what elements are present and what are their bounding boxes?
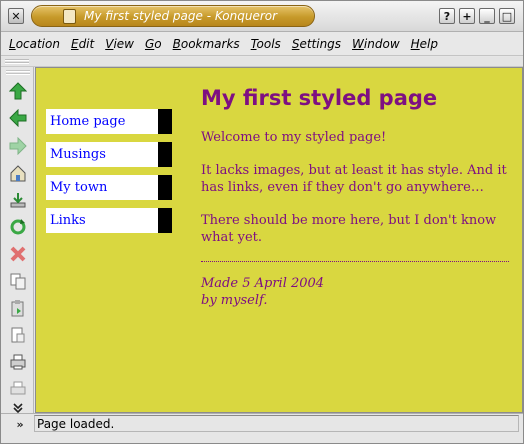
- menu-settings[interactable]: Settings: [292, 37, 341, 51]
- status-bar: » Page loaded.: [1, 413, 523, 433]
- stop-icon[interactable]: [8, 244, 28, 264]
- intro-paragraph: Welcome to my styled page!: [201, 130, 387, 145]
- copy-icon[interactable]: [8, 271, 28, 291]
- dotted-divider: [201, 261, 509, 262]
- toolbar-grip[interactable]: [6, 70, 30, 72]
- minimize-button[interactable]: _: [479, 8, 495, 24]
- style-paragraph: It lacks images, but at least it has sty…: [201, 163, 507, 195]
- window-caption[interactable]: My first styled page - Konqueror: [31, 5, 315, 27]
- window-title: My first styled page - Konqueror: [84, 9, 278, 23]
- footer-author: by myself.: [201, 293, 268, 308]
- printer-alt-icon[interactable]: [8, 379, 28, 399]
- nav-link-musings[interactable]: Musings: [46, 142, 172, 167]
- status-text: Page loaded.: [37, 417, 115, 431]
- download-icon[interactable]: [8, 190, 28, 210]
- title-bar[interactable]: ✕ My first styled page - Konqueror ? + _…: [1, 1, 523, 32]
- menu-view[interactable]: View: [105, 37, 134, 51]
- page-viewport[interactable]: Home page Musings My town Links My first…: [35, 67, 523, 413]
- footer-date: Made 5 April 2004: [201, 276, 325, 291]
- toolbar-handle-strip[interactable]: [1, 57, 523, 67]
- close-window-button[interactable]: ✕: [8, 8, 24, 24]
- sticky-button[interactable]: +: [459, 8, 475, 24]
- maximize-button[interactable]: □: [499, 8, 515, 24]
- toolbar-grip-line: [6, 73, 30, 75]
- menu-edit[interactable]: Edit: [71, 37, 94, 51]
- forward-arrow-icon[interactable]: [8, 136, 28, 156]
- konqueror-app-icon: [63, 9, 76, 24]
- nav-link-my-town[interactable]: My town: [46, 175, 172, 200]
- page-footer: Made 5 April 2004 by myself.: [201, 275, 501, 309]
- help-button[interactable]: ?: [439, 8, 455, 24]
- menu-go[interactable]: Go: [145, 37, 162, 51]
- menu-help[interactable]: Help: [411, 37, 438, 51]
- nav-link-home-page[interactable]: Home page: [46, 109, 172, 134]
- more-paragraph: There should be more here, but I don't k…: [201, 213, 497, 245]
- toolbar-overflow-icon[interactable]: »: [9, 416, 31, 432]
- paste-icon[interactable]: [8, 298, 28, 318]
- menu-tools[interactable]: Tools: [251, 37, 281, 51]
- menu-window[interactable]: Window: [352, 37, 400, 51]
- home-icon[interactable]: [8, 163, 28, 183]
- print-icon[interactable]: [8, 352, 28, 372]
- toolbar-grip-line: [5, 62, 29, 64]
- window-bottom-edge: [1, 433, 523, 443]
- toolbar-grip[interactable]: [5, 59, 29, 61]
- page-icon[interactable]: [8, 325, 28, 345]
- reload-icon[interactable]: [8, 217, 28, 237]
- vertical-toolbar: [1, 67, 34, 414]
- menu-location[interactable]: Location: [9, 37, 60, 51]
- menu-bar: Location Edit View Go Bookmarks Tools Se…: [1, 32, 523, 56]
- up-arrow-icon[interactable]: [8, 81, 28, 101]
- page-heading: My first styled page: [201, 86, 438, 110]
- nav-link-links[interactable]: Links: [46, 208, 172, 233]
- menu-bookmarks[interactable]: Bookmarks: [173, 37, 240, 51]
- back-arrow-icon[interactable]: [8, 108, 28, 128]
- konqueror-window: ✕ My first styled page - Konqueror ? + _…: [0, 0, 524, 444]
